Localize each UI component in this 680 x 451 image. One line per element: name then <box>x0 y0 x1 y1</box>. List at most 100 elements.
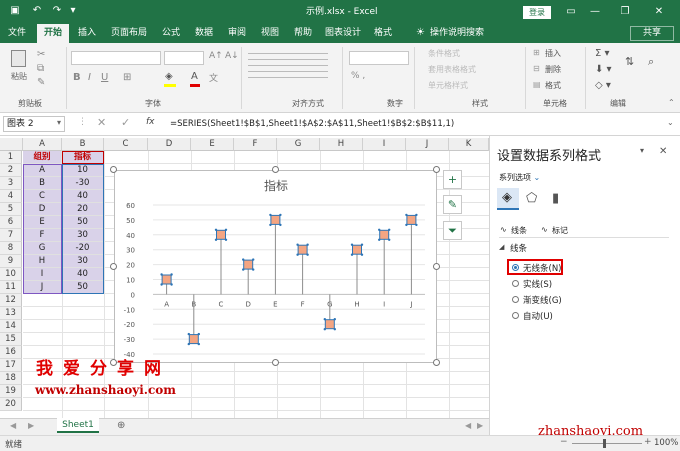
new-sheet-icon[interactable]: ⊕ <box>117 420 125 431</box>
column-header[interactable]: K <box>449 138 489 151</box>
section-collapse-icon[interactable]: ◢ <box>499 243 504 251</box>
formula-input[interactable]: =SERIES(Sheet1!$B$1,Sheet1!$A$2:$A$11,Sh… <box>167 116 676 132</box>
sort-filter-icon[interactable]: ⇅ <box>625 55 634 68</box>
row-header[interactable]: 4 <box>0 190 22 203</box>
zoom-slider[interactable] <box>572 443 642 444</box>
data-point-marker[interactable] <box>216 229 226 240</box>
expand-formula-icon[interactable]: ⌄ <box>667 118 674 127</box>
tab-page-layout[interactable]: 页面布局 <box>105 24 153 43</box>
resize-handle[interactable] <box>433 166 440 173</box>
chart-area[interactable]: 指标 6050403020100-10-20-30-40 ABCDEFGHIJ <box>114 170 437 363</box>
chart-styles-button[interactable]: ✎ <box>443 195 462 214</box>
select-all-corner[interactable] <box>0 138 23 151</box>
percent-icon[interactable]: % , <box>351 71 365 81</box>
table-header-cell[interactable]: 组别 <box>23 151 62 164</box>
fill-icon[interactable]: ⬇ ▾ <box>595 64 612 75</box>
format-cells-button[interactable]: 格式 <box>545 80 561 91</box>
resize-handle[interactable] <box>272 359 279 366</box>
column-header[interactable]: D <box>148 138 191 151</box>
row-header[interactable]: 2 <box>0 164 22 177</box>
table-format-button[interactable]: 套用表格格式 <box>428 64 476 75</box>
delete-cells-button[interactable]: 删除 <box>545 64 561 75</box>
number-format-select[interactable] <box>349 51 409 65</box>
automatic-line-radio[interactable] <box>512 312 519 319</box>
data-point-marker[interactable] <box>161 274 172 285</box>
table-cell[interactable]: 30 <box>62 255 104 268</box>
data-point-marker[interactable] <box>188 334 199 345</box>
column-header[interactable]: H <box>320 138 363 151</box>
cut-icon[interactable]: ✂ <box>37 49 45 60</box>
row-header[interactable]: 14 <box>0 320 22 333</box>
row-header[interactable]: 6 <box>0 216 22 229</box>
italic-icon[interactable]: I <box>88 72 91 83</box>
resize-handle[interactable] <box>110 263 117 270</box>
table-cell[interactable]: D <box>23 203 62 216</box>
name-box[interactable]: 图表 2 <box>3 116 65 132</box>
resize-handle[interactable] <box>433 263 440 270</box>
data-point-marker[interactable] <box>243 259 254 270</box>
font-size-select[interactable] <box>164 51 204 65</box>
pane-options-dropdown-icon[interactable]: ▾ <box>640 146 644 155</box>
solid-line-label[interactable]: 实线(S) <box>523 278 552 290</box>
table-cell[interactable]: 40 <box>62 190 104 203</box>
share-button[interactable]: 共享 <box>630 26 674 41</box>
confirm-entry-icon[interactable]: ✓ <box>121 116 130 129</box>
tell-me-search[interactable]: 操作说明搜索 <box>430 24 494 43</box>
gradient-line-radio[interactable] <box>512 296 519 303</box>
tab-help[interactable]: 帮助 <box>288 24 318 43</box>
chart-filters-button[interactable]: ⏷ <box>443 221 462 240</box>
row-header[interactable]: 5 <box>0 203 22 216</box>
tab-formulas[interactable]: 公式 <box>156 24 186 43</box>
table-cell[interactable]: B <box>23 177 62 190</box>
row-header[interactable]: 15 <box>0 333 22 346</box>
fill-line-tab[interactable]: ◈ <box>497 188 519 210</box>
data-point-marker[interactable] <box>406 214 417 225</box>
hscroll-left-icon[interactable]: ◀ <box>465 421 471 430</box>
undo-icon[interactable]: ↶ <box>30 4 44 18</box>
table-cell[interactable]: 50 <box>62 216 104 229</box>
format-painter-icon[interactable]: ✎ <box>37 77 45 88</box>
font-color-icon[interactable]: A <box>191 71 198 82</box>
table-cell[interactable]: 20 <box>62 203 104 216</box>
column-header[interactable]: I <box>363 138 406 151</box>
column-header[interactable]: A <box>23 138 62 151</box>
phonetic-icon[interactable]: 文 <box>209 71 218 84</box>
cell-styles-button[interactable]: 单元格样式 <box>428 80 468 91</box>
pane-close-button[interactable]: ✕ <box>659 146 667 157</box>
table-cell[interactable]: C <box>23 190 62 203</box>
column-header[interactable]: G <box>277 138 320 151</box>
copy-icon[interactable]: ⧉ <box>37 63 44 74</box>
close-button[interactable]: ✕ <box>648 0 670 24</box>
row-header[interactable]: 20 <box>0 398 22 411</box>
border-icon[interactable]: ⊞ <box>123 72 131 83</box>
table-cell[interactable]: G <box>23 242 62 255</box>
collapse-ribbon-icon[interactable]: ⌃ <box>668 98 675 107</box>
conditional-format-button[interactable]: 条件格式 <box>428 48 460 59</box>
tab-review[interactable]: 审阅 <box>222 24 252 43</box>
row-header[interactable]: 3 <box>0 177 22 190</box>
scroll-right-icon[interactable]: ▶ <box>28 421 34 430</box>
font-grow-icon[interactable]: A↑ <box>209 51 223 61</box>
chart-title[interactable]: 指标 <box>264 178 288 193</box>
find-select-icon[interactable]: ⌕ <box>648 55 654 69</box>
alignment-icons[interactable] <box>248 53 328 83</box>
insert-cells-button[interactable]: 插入 <box>545 48 561 59</box>
series-options-dropdown[interactable]: 系列选项 ⌄ <box>499 172 540 183</box>
row-header[interactable]: 7 <box>0 229 22 242</box>
fill-color-icon[interactable]: ◈ <box>165 71 173 82</box>
data-point-marker[interactable] <box>352 244 362 255</box>
table-cell[interactable]: -20 <box>62 242 104 255</box>
table-cell[interactable]: I <box>23 268 62 281</box>
row-header[interactable]: 11 <box>0 281 22 294</box>
resize-handle[interactable] <box>272 166 279 173</box>
no-line-label[interactable]: 无线条(N) <box>523 262 562 274</box>
font-shrink-icon[interactable]: A↓ <box>225 51 239 61</box>
row-header[interactable]: 13 <box>0 307 22 320</box>
ribbon-display-icon[interactable]: ▭ <box>560 0 582 24</box>
tab-insert[interactable]: 插入 <box>72 24 102 43</box>
table-cell[interactable]: 10 <box>62 164 104 177</box>
scroll-left-icon[interactable]: ◀ <box>10 421 16 430</box>
table-cell[interactable]: 50 <box>62 281 104 294</box>
row-header[interactable]: 1 <box>0 151 22 164</box>
tab-chart-design[interactable]: 图表设计 <box>321 24 365 43</box>
